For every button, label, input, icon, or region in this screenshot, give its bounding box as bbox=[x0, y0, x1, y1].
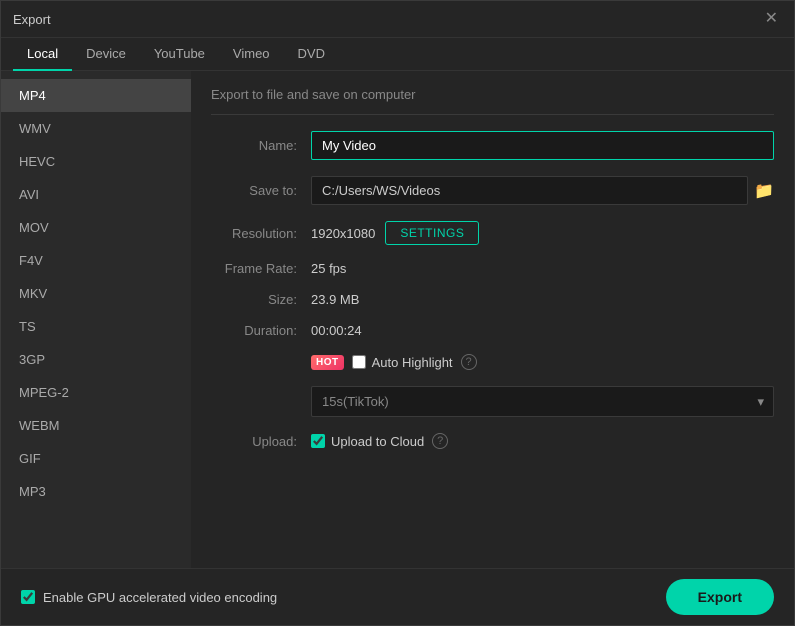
autohighlight-label-text: Auto Highlight bbox=[372, 355, 453, 370]
folder-icon: 📁 bbox=[754, 183, 774, 200]
sidebar-item-mov[interactable]: MOV bbox=[1, 211, 191, 244]
upload-label: Upload: bbox=[211, 434, 311, 449]
tabbar: Local Device YouTube Vimeo DVD bbox=[1, 38, 794, 71]
size-value: 23.9 MB bbox=[311, 292, 359, 307]
section-title: Export to file and save on computer bbox=[211, 71, 774, 115]
autohighlight-row: HOT Auto Highlight ? bbox=[211, 354, 774, 370]
size-label: Size: bbox=[211, 292, 311, 307]
path-row: C:/Users/WS/Videos 📁 bbox=[311, 176, 774, 205]
tab-dvd[interactable]: DVD bbox=[284, 38, 339, 71]
path-display: C:/Users/WS/Videos bbox=[311, 176, 748, 205]
duration-value: 00:00:24 bbox=[311, 323, 362, 338]
sidebar-item-hevc[interactable]: HEVC bbox=[1, 145, 191, 178]
framerate-value: 25 fps bbox=[311, 261, 346, 276]
sidebar-item-3gp[interactable]: 3GP bbox=[1, 343, 191, 376]
name-control bbox=[311, 131, 774, 160]
gpu-checkbox-label[interactable]: Enable GPU accelerated video encoding bbox=[21, 590, 277, 605]
sidebar: MP4 WMV HEVC AVI MOV F4V MKV TS 3GP MPEG… bbox=[1, 71, 191, 568]
framerate-row: Frame Rate: 25 fps bbox=[211, 261, 774, 276]
gpu-label-text: Enable GPU accelerated video encoding bbox=[43, 590, 277, 605]
sidebar-item-webm[interactable]: WEBM bbox=[1, 409, 191, 442]
uploadcloud-label-text: Upload to Cloud bbox=[331, 434, 424, 449]
sidebar-item-f4v[interactable]: F4V bbox=[1, 244, 191, 277]
saveto-control: C:/Users/WS/Videos 📁 bbox=[311, 176, 774, 205]
sidebar-item-avi[interactable]: AVI bbox=[1, 178, 191, 211]
settings-button[interactable]: SETTINGS bbox=[385, 221, 479, 245]
resolution-row: Resolution: 1920x1080 SETTINGS bbox=[211, 221, 774, 245]
duration-row: Duration: 00:00:24 bbox=[211, 323, 774, 338]
export-window: Export ✕ Local Device YouTube Vimeo DVD … bbox=[0, 0, 795, 626]
main-area: MP4 WMV HEVC AVI MOV F4V MKV TS 3GP MPEG… bbox=[1, 71, 794, 568]
tab-local[interactable]: Local bbox=[13, 38, 72, 71]
tab-device[interactable]: Device bbox=[72, 38, 140, 71]
size-control: 23.9 MB bbox=[311, 292, 774, 307]
saveto-label: Save to: bbox=[211, 183, 311, 198]
titlebar: Export ✕ bbox=[1, 1, 794, 38]
resolution-control: 1920x1080 SETTINGS bbox=[311, 221, 774, 245]
size-row: Size: 23.9 MB bbox=[211, 292, 774, 307]
tiktok-dropdown-wrapper: 15s(TikTok) bbox=[311, 386, 774, 417]
tab-youtube[interactable]: YouTube bbox=[140, 38, 219, 71]
sidebar-item-wmv[interactable]: WMV bbox=[1, 112, 191, 145]
uploadcloud-checkbox[interactable] bbox=[311, 434, 325, 448]
framerate-control: 25 fps bbox=[311, 261, 774, 276]
sidebar-item-mpeg2[interactable]: MPEG-2 bbox=[1, 376, 191, 409]
name-input[interactable] bbox=[311, 131, 774, 160]
highlight-row: HOT Auto Highlight ? bbox=[311, 354, 774, 370]
hot-badge: HOT bbox=[311, 355, 344, 370]
gpu-checkbox[interactable] bbox=[21, 590, 35, 604]
name-row: Name: bbox=[211, 131, 774, 160]
sidebar-item-mp3[interactable]: MP3 bbox=[1, 475, 191, 508]
framerate-label: Frame Rate: bbox=[211, 261, 311, 276]
sidebar-item-mkv[interactable]: MKV bbox=[1, 277, 191, 310]
upload-row: Upload: Upload to Cloud ? bbox=[211, 433, 774, 449]
autohighlight-help-icon[interactable]: ? bbox=[461, 354, 477, 370]
sidebar-item-gif[interactable]: GIF bbox=[1, 442, 191, 475]
sidebar-item-ts[interactable]: TS bbox=[1, 310, 191, 343]
resolution-value-row: 1920x1080 SETTINGS bbox=[311, 221, 774, 245]
export-button[interactable]: Export bbox=[666, 579, 774, 615]
folder-browse-button[interactable]: 📁 bbox=[754, 181, 774, 201]
content-area: Export to file and save on computer Name… bbox=[191, 71, 794, 568]
tiktok-dropdown-row: 15s(TikTok) bbox=[211, 386, 774, 417]
uploadcloud-checkbox-label[interactable]: Upload to Cloud bbox=[311, 434, 424, 449]
name-label: Name: bbox=[211, 138, 311, 153]
resolution-value: 1920x1080 bbox=[311, 226, 375, 241]
tiktok-dropdown[interactable]: 15s(TikTok) bbox=[311, 386, 774, 417]
duration-control: 00:00:24 bbox=[311, 323, 774, 338]
close-button[interactable]: ✕ bbox=[761, 9, 782, 29]
bottombar: Enable GPU accelerated video encoding Ex… bbox=[1, 568, 794, 625]
tab-vimeo[interactable]: Vimeo bbox=[219, 38, 284, 71]
autohighlight-control: HOT Auto Highlight ? bbox=[311, 354, 774, 370]
saveto-row: Save to: C:/Users/WS/Videos 📁 bbox=[211, 176, 774, 205]
duration-label: Duration: bbox=[211, 323, 311, 338]
autohighlight-checkbox-label[interactable]: Auto Highlight bbox=[352, 355, 453, 370]
sidebar-item-mp4[interactable]: MP4 bbox=[1, 79, 191, 112]
upload-control: Upload to Cloud ? bbox=[311, 433, 774, 449]
upload-cloud-row: Upload to Cloud ? bbox=[311, 433, 774, 449]
window-title: Export bbox=[13, 12, 51, 27]
uploadcloud-help-icon[interactable]: ? bbox=[432, 433, 448, 449]
tiktok-control: 15s(TikTok) bbox=[311, 386, 774, 417]
autohighlight-checkbox[interactable] bbox=[352, 355, 366, 369]
resolution-label: Resolution: bbox=[211, 226, 311, 241]
